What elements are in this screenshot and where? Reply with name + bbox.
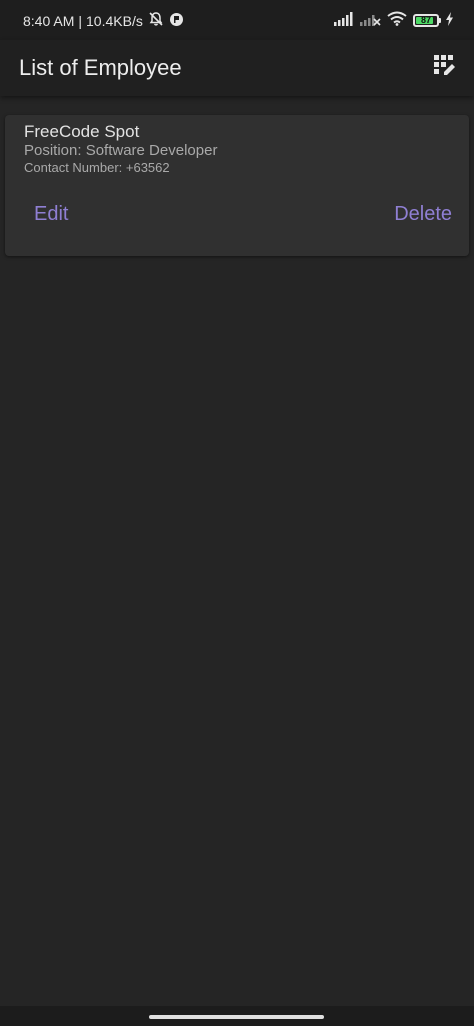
signal-icon bbox=[333, 11, 353, 29]
app-bar: List of Employee bbox=[0, 40, 474, 96]
status-separator: | bbox=[78, 12, 83, 29]
wifi-icon bbox=[387, 11, 407, 29]
app-screen: 8:40 AM | 10.4KB/s 87 List of Employee F… bbox=[0, 0, 474, 1026]
signal-no-service-icon bbox=[359, 12, 381, 29]
edit-grid-button[interactable] bbox=[431, 54, 459, 82]
battery-level: 87 bbox=[420, 14, 431, 25]
employee-name: FreeCode Spot bbox=[24, 122, 140, 141]
battery-icon: 87 bbox=[413, 13, 441, 27]
delete-button[interactable]: Delete bbox=[394, 203, 452, 226]
charging-bolt-icon bbox=[445, 11, 454, 29]
status-left: 8:40 AM | 10.4KB/s bbox=[23, 11, 184, 30]
status-network-speed: 10.4KB/s bbox=[86, 12, 143, 29]
bell-off-icon bbox=[148, 11, 164, 30]
page-title: List of Employee bbox=[19, 55, 182, 80]
status-bar: 8:40 AM | 10.4KB/s 87 bbox=[0, 0, 474, 40]
employee-position: Position: Software Developer bbox=[24, 142, 218, 159]
status-time: 8:40 AM bbox=[23, 12, 75, 29]
edit-grid-icon bbox=[433, 54, 457, 83]
employee-card: FreeCode Spot Position: Software Develop… bbox=[5, 115, 469, 256]
employee-contact: Contact Number: +63562 bbox=[24, 160, 170, 175]
home-gesture-handle[interactable] bbox=[149, 1015, 324, 1019]
status-right: 87 bbox=[333, 11, 454, 29]
navigation-bar bbox=[0, 1006, 474, 1026]
app-notification-icon bbox=[169, 12, 184, 30]
edit-button[interactable]: Edit bbox=[34, 203, 68, 226]
